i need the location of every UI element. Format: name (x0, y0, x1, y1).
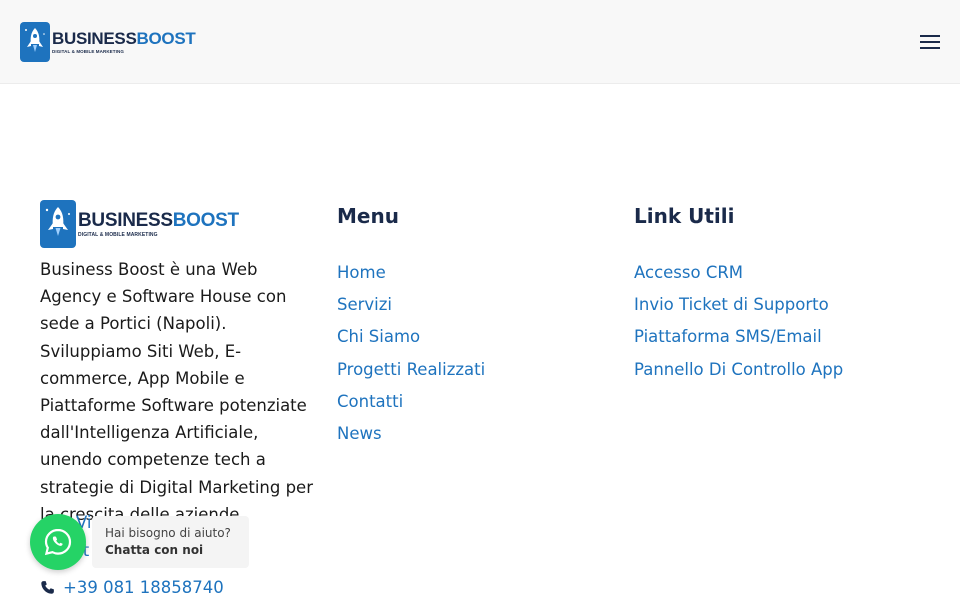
logo-tagline: DIGITAL & MOBILE MARKETING (52, 49, 124, 54)
rocket-icon (40, 200, 76, 248)
footer-menu-item-progetti[interactable]: Progetti Realizzati (337, 360, 485, 379)
phone-icon (41, 581, 54, 594)
footer-menu-item-chi-siamo[interactable]: Chi Siamo (337, 327, 420, 346)
useful-links-list: Accesso CRM Invio Ticket di Supporto Pia… (634, 259, 843, 388)
phone-number: +39 081 18858740 (63, 578, 224, 597)
footer-menu-item-contatti[interactable]: Contatti (337, 392, 403, 411)
link-piattaforma-sms-email[interactable]: Piattaforma SMS/Email (634, 327, 822, 346)
menu-column-title: Menu (337, 204, 399, 228)
rocket-icon (20, 22, 50, 62)
footer-menu-item-home[interactable]: Home (337, 263, 386, 282)
logo-name-part1: BUSINESS (52, 29, 137, 48)
logo-tagline: DIGITAL & MOBILE MARKETING (78, 231, 158, 238)
menu-toggle-button[interactable] (914, 26, 946, 58)
footer-menu-list: Home Servizi Chi Siamo Progetti Realizza… (337, 259, 485, 452)
logo-name-part1: BUSINESS (78, 209, 173, 231)
hamburger-icon (920, 35, 940, 49)
logo-name-part2: BOOST (172, 209, 239, 231)
link-ticket-supporto[interactable]: Invio Ticket di Supporto (634, 295, 829, 314)
whatsapp-icon (44, 528, 72, 556)
footer-menu-item-servizi[interactable]: Servizi (337, 295, 392, 314)
whatsapp-cta: Chatta con noi (105, 543, 204, 557)
footer-logo[interactable]: BUSINESSBOOST DIGITAL & MOBILE MARKETING (40, 200, 239, 248)
link-accesso-crm[interactable]: Accesso CRM (634, 263, 743, 282)
whatsapp-chat-button[interactable] (30, 514, 86, 570)
link-pannello-controllo-app[interactable]: Pannello Di Controllo App (634, 360, 843, 379)
site-header: BUSINESSBOOST DIGITAL & MOBILE MARKETING (0, 0, 960, 84)
about-text: Business Boost è una Web Agency e Softwa… (40, 260, 313, 524)
header-logo[interactable]: BUSINESSBOOST DIGITAL & MOBILE MARKETING (20, 22, 196, 62)
whatsapp-question: Hai bisogno di aiuto? (105, 526, 231, 540)
logo-name-part2: BOOST (136, 29, 196, 48)
footer-menu-item-news[interactable]: News (337, 424, 382, 443)
whatsapp-chat-bubble[interactable]: Hai bisogno di aiuto? Chatta con noi (92, 516, 249, 568)
phone-link[interactable]: +39 081 18858740 (40, 578, 224, 597)
links-column-title: Link Utili (634, 204, 735, 228)
